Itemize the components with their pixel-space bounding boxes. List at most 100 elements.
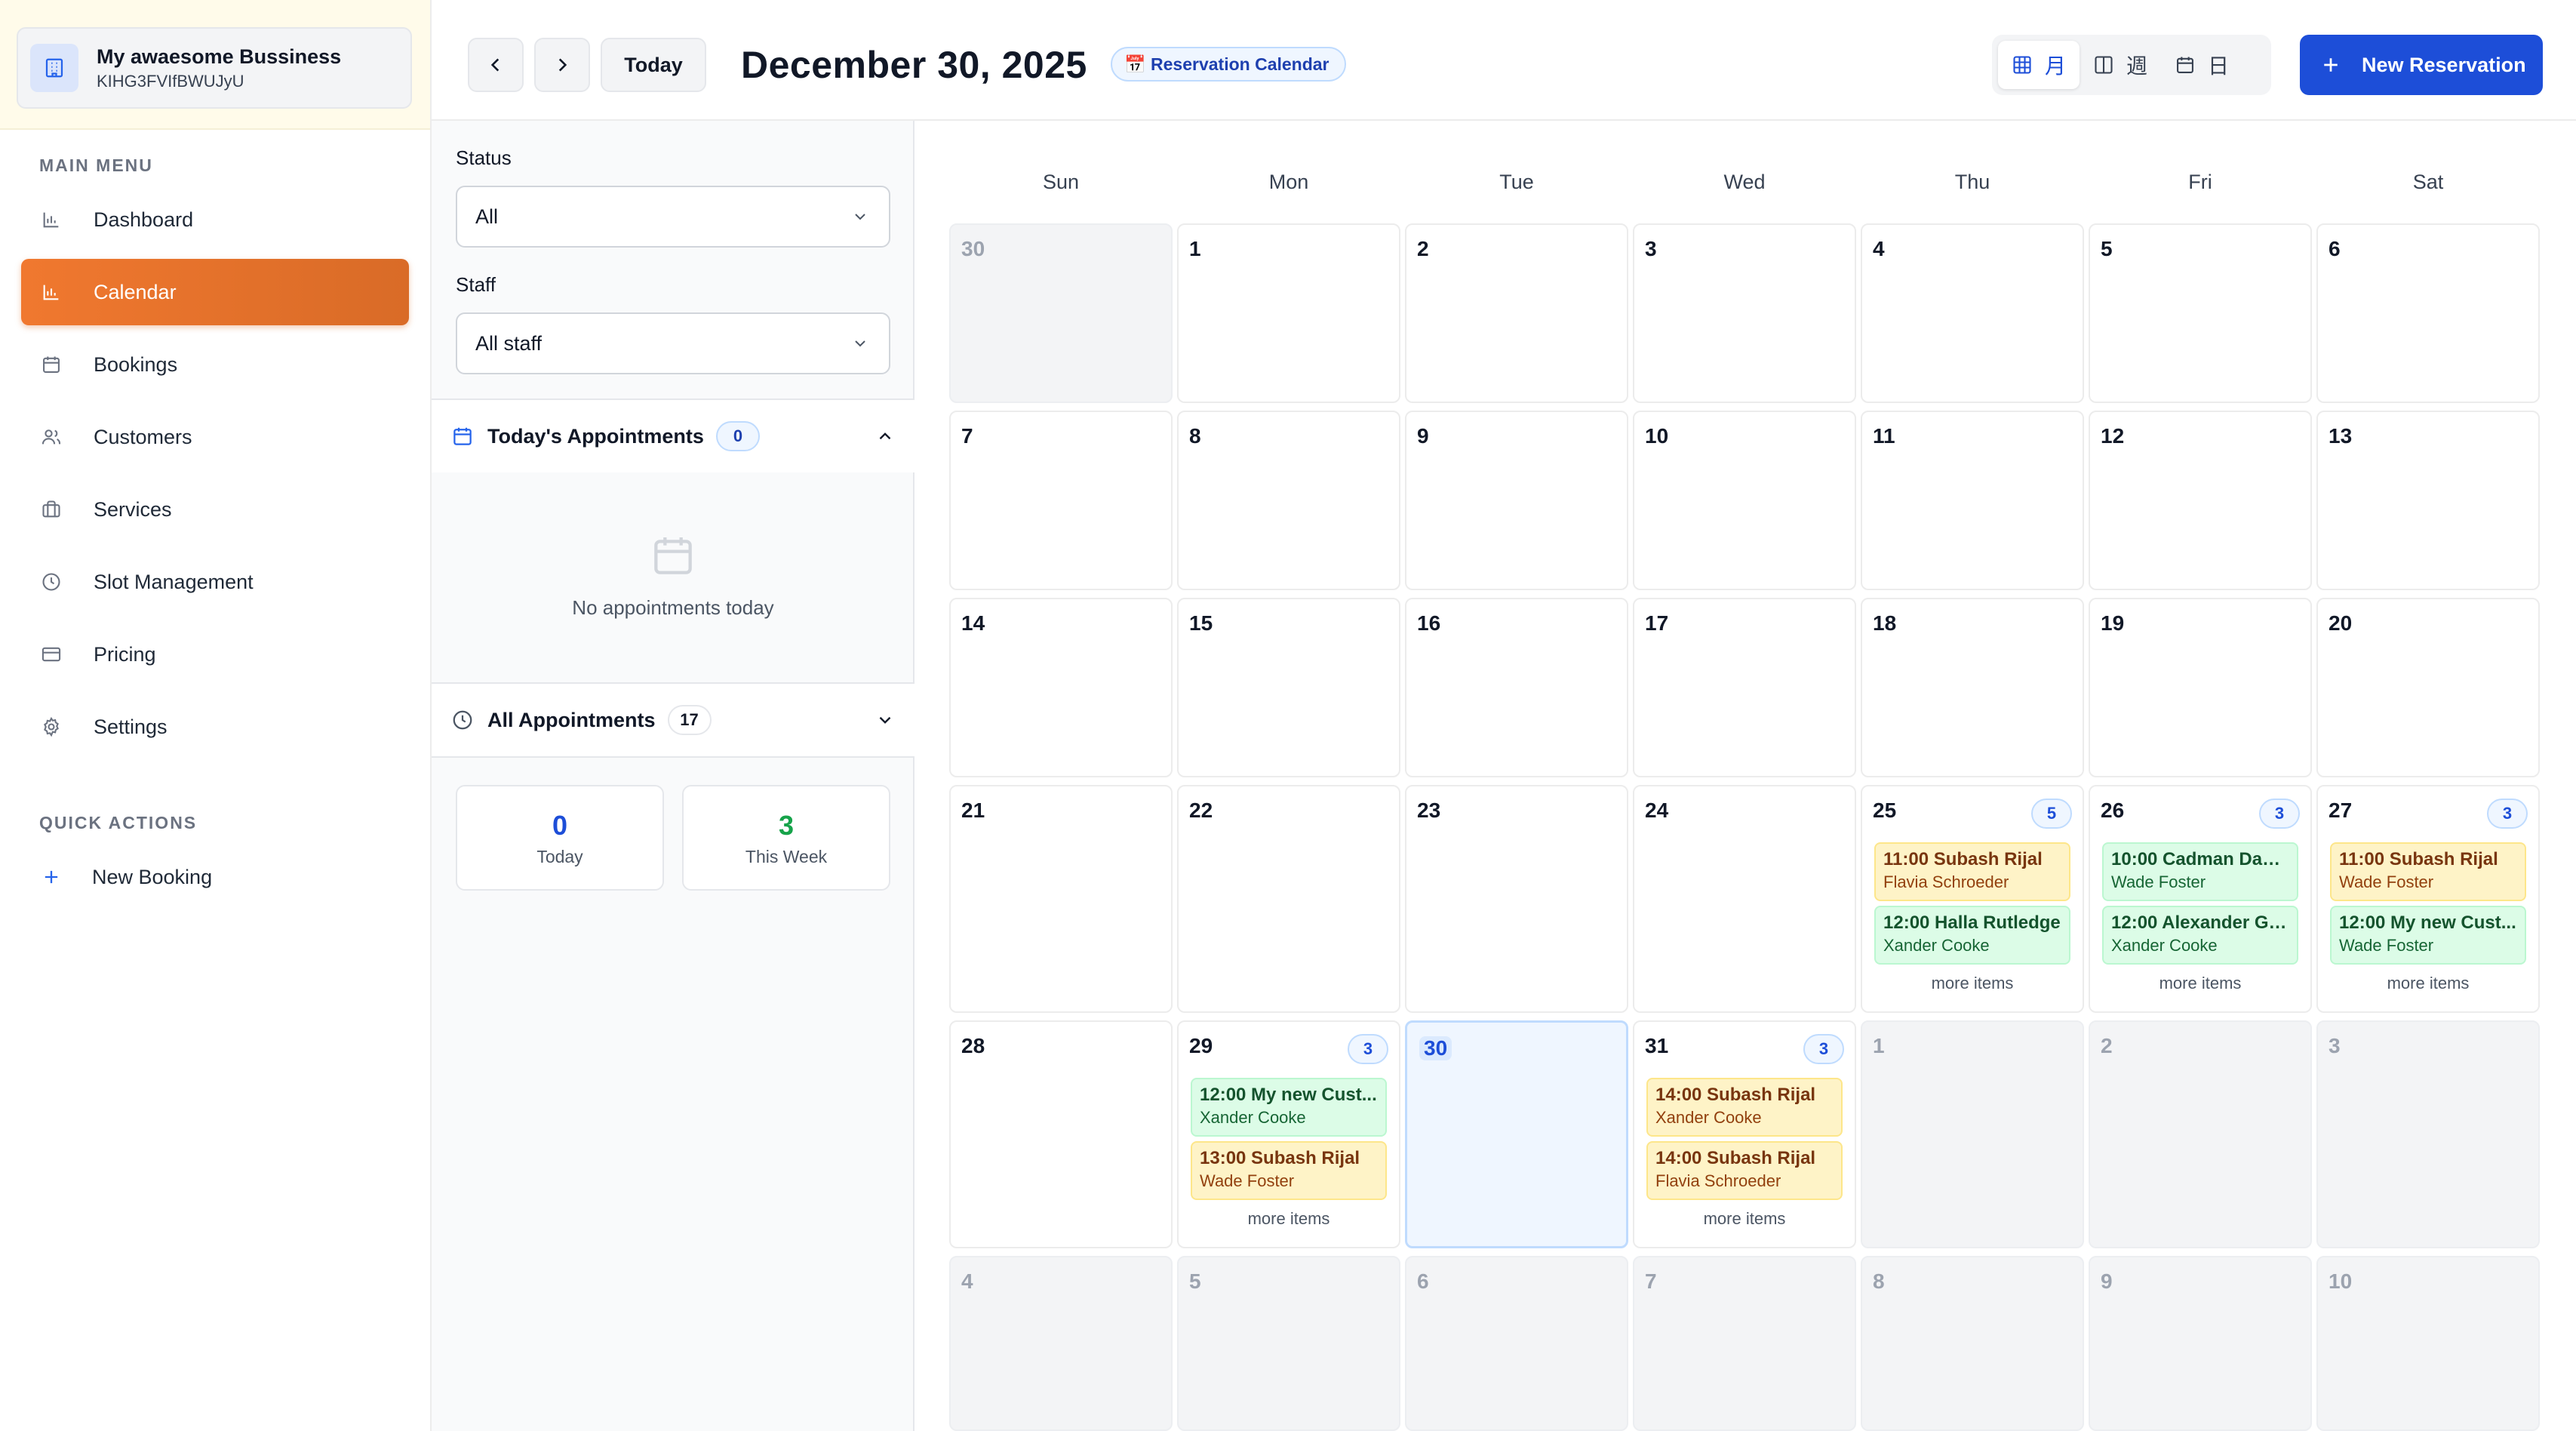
calendar-day-cell[interactable]: 10	[1633, 411, 1856, 590]
calendar-day-cell[interactable]: 6	[1405, 1256, 1628, 1431]
sidebar-item-services[interactable]: Services	[21, 476, 409, 543]
calendar-day-cell[interactable]: 7	[1633, 1256, 1856, 1431]
previous-month-button[interactable]	[468, 38, 524, 92]
calendar-day-cell[interactable]: 7	[949, 411, 1173, 590]
calendar-day-cell[interactable]: 5	[2089, 223, 2312, 403]
calendar-day-cell[interactable]: 1	[1861, 1020, 2084, 1248]
more-items-link[interactable]: more items	[1179, 1209, 1399, 1229]
calendar-day-cell[interactable]: 2	[1405, 223, 1628, 403]
day-number: 21	[961, 799, 985, 822]
appointment-event[interactable]: 11:00 Subash Rijal Wade Foster	[2330, 842, 2526, 901]
calendar-day-cell[interactable]: 14	[949, 598, 1173, 777]
calendar-day-cell[interactable]: 19	[2089, 598, 2312, 777]
appointment-event[interactable]: 14:00 Subash Rijal Xander Cooke	[1646, 1078, 1843, 1137]
weekday-label: Mon	[1268, 171, 1309, 193]
sidebar-item-calendar[interactable]: Calendar	[21, 259, 409, 325]
weekday-label: Sun	[1042, 171, 1080, 193]
new-booking-button[interactable]: New Booking	[0, 844, 430, 910]
sidebar-item-customers[interactable]: Customers	[21, 404, 409, 470]
calendar-day-cell[interactable]: 23	[1405, 785, 1628, 1013]
appointment-event[interactable]: 12:00 Alexander Gray Xander Cooke	[2102, 906, 2298, 965]
calendar-day-cell[interactable]: 30	[949, 223, 1173, 403]
sidebar-item-label: Pricing	[94, 642, 156, 666]
new-reservation-button[interactable]: New Reservation	[2300, 35, 2543, 95]
calendar-day-cell[interactable]: 28	[949, 1020, 1173, 1248]
next-month-button[interactable]	[534, 38, 590, 92]
calendar-day-cell[interactable]: 20	[2316, 598, 2540, 777]
day-number: 22	[1189, 799, 1213, 822]
calendar-day-cell[interactable]: 31 3 14:00 Subash Rijal Xander Cooke 14:00 S…	[1633, 1020, 1856, 1248]
calendar-day-cell[interactable]: 16	[1405, 598, 1628, 777]
all-appointments-toggle[interactable]: All Appointments 17	[432, 684, 915, 756]
view-switcher: 月 週 日	[1992, 35, 2271, 95]
day-number: 28	[961, 1034, 985, 1057]
appointment-event[interactable]: 13:00 Subash Rijal Wade Foster	[1191, 1141, 1387, 1200]
appointment-event[interactable]: 11:00 Subash Rijal Flavia Schroeder	[1874, 842, 2070, 901]
calendar-day-cell[interactable]: 11	[1861, 411, 2084, 590]
calendar-day-cell[interactable]: 17	[1633, 598, 1856, 777]
todays-appointments-count: 0	[715, 421, 760, 451]
status-select[interactable]: All	[456, 186, 890, 248]
calendar-day-cell[interactable]: 3	[2316, 1020, 2540, 1248]
calendar-day-cell[interactable]: 8	[1861, 1256, 2084, 1431]
more-items-link[interactable]: more items	[1862, 974, 2083, 993]
day-number: 7	[1645, 1269, 1657, 1293]
calendar-day-cell[interactable]: 5	[1177, 1256, 1400, 1431]
appointment-event[interactable]: 12:00 My new Cust... Xander Cooke	[1191, 1078, 1387, 1137]
today-button[interactable]: Today	[601, 38, 706, 92]
calendar-day-cell[interactable]: 6	[2316, 223, 2540, 403]
calendar-day-cell[interactable]: 18	[1861, 598, 2084, 777]
reservation-calendar-badge: 📅 Reservation Calendar	[1111, 47, 1346, 82]
week-view-button[interactable]: 週	[2080, 41, 2161, 89]
calendar-day-cell[interactable]: 12	[2089, 411, 2312, 590]
calendar-day-cell[interactable]: 10	[2316, 1256, 2540, 1431]
sidebar-item-pricing[interactable]: Pricing	[21, 621, 409, 688]
calendar-day-cell-today[interactable]: 30	[1405, 1020, 1628, 1248]
calendar-day-cell[interactable]: 21	[949, 785, 1173, 1013]
sidebar-item-dashboard[interactable]: Dashboard	[21, 186, 409, 253]
day-number: 1	[1189, 237, 1201, 260]
business-switcher[interactable]: My awaesome Bussiness KIHG3FVIfBWUJyU	[17, 27, 412, 109]
calendar-day-cell[interactable]: 2	[2089, 1020, 2312, 1248]
more-items-link[interactable]: more items	[2090, 974, 2310, 993]
more-items-link[interactable]: more items	[2318, 974, 2538, 993]
appointment-title: 10:00 Cadman Davi...	[2111, 849, 2289, 869]
day-number: 20	[2329, 611, 2353, 635]
more-items-link[interactable]: more items	[1634, 1209, 1855, 1229]
calendar-day-cell[interactable]: 29 3 12:00 My new Cust... Xander Cooke 13:00…	[1177, 1020, 1400, 1248]
appointment-title: 12:00 Alexander Gray	[2111, 912, 2289, 933]
calendar-day-cell[interactable]: 13	[2316, 411, 2540, 590]
calendar-day-cell[interactable]: 9	[2089, 1256, 2312, 1431]
appointment-event[interactable]: 12:00 Halla Rutledge Xander Cooke	[1874, 906, 2070, 965]
calendar-day-cell[interactable]: 4	[949, 1256, 1173, 1431]
calendar-day-cell[interactable]: 4	[1861, 223, 2084, 403]
calendar-day-cell[interactable]: 9	[1405, 411, 1628, 590]
calendar-day-cell[interactable]: 22	[1177, 785, 1400, 1013]
appointment-event[interactable]: 12:00 My new Cust... Wade Foster	[2330, 906, 2526, 965]
calendar-day-cell[interactable]: 25 5 11:00 Subash Rijal Flavia Schroeder 12:…	[1861, 785, 2084, 1013]
calendar-day-cell[interactable]: 26 3 10:00 Cadman Davi... Wade Foster 12:00 …	[2089, 785, 2312, 1013]
appointment-event[interactable]: 10:00 Cadman Davi... Wade Foster	[2102, 842, 2298, 901]
day-number: 12	[2101, 424, 2125, 448]
week-view-label: 週	[2126, 54, 2148, 78]
gear-icon	[39, 715, 63, 739]
calendar-day-cell[interactable]: 8	[1177, 411, 1400, 590]
appointment-event[interactable]: 14:00 Subash Rijal Flavia Schroeder	[1646, 1141, 1843, 1200]
calendar-day-cell[interactable]: 15	[1177, 598, 1400, 777]
todays-appointments-toggle[interactable]: Today's Appointments 0	[432, 400, 915, 472]
calendar-day-cell[interactable]: 1	[1177, 223, 1400, 403]
day-number: 18	[1873, 611, 1897, 635]
month-view-button[interactable]: 月	[1998, 41, 2080, 89]
clock-icon	[39, 570, 63, 594]
calendar-day-cell[interactable]: 3	[1633, 223, 1856, 403]
sidebar-item-bookings[interactable]: Bookings	[21, 331, 409, 398]
calendar-day-cell[interactable]: 24	[1633, 785, 1856, 1013]
day-view-button[interactable]: 日	[2161, 41, 2242, 89]
calendar-day-cell[interactable]: 27 3 11:00 Subash Rijal Wade Foster 12:00 My…	[2316, 785, 2540, 1013]
staff-select[interactable]: All staff	[456, 312, 890, 374]
chevron-left-icon	[486, 55, 506, 75]
users-icon	[39, 425, 63, 449]
sidebar-item-settings[interactable]: Settings	[21, 694, 409, 760]
day-number: 3	[1645, 237, 1657, 260]
sidebar-item-slot-management[interactable]: Slot Management	[21, 549, 409, 615]
